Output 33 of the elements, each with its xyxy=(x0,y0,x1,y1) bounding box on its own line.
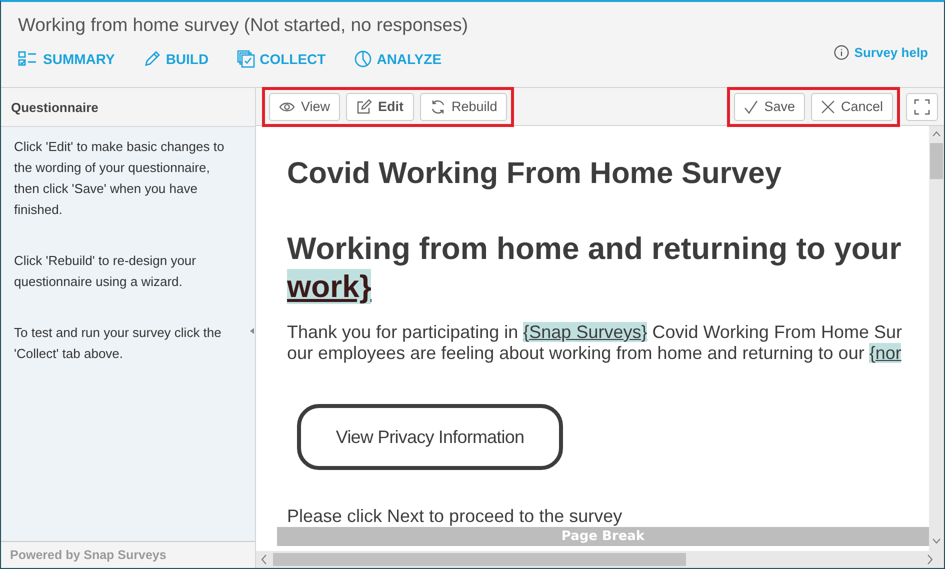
page-break-bar: Page Break xyxy=(277,527,929,546)
fullscreen-icon xyxy=(914,98,930,114)
panel-title: Questionnaire xyxy=(1,88,255,127)
intro-text: our employees are feeling about working from home and returning to our {nor xyxy=(287,343,902,364)
pie-chart-icon xyxy=(354,50,372,68)
refresh-icon xyxy=(430,98,446,114)
piped-field: work} xyxy=(287,269,372,304)
view-button[interactable]: View xyxy=(269,92,340,120)
cancel-button[interactable]: Cancel xyxy=(810,92,893,120)
help-text: Click 'Rebuild' to re-design your questionnaire using a wizard. xyxy=(14,252,197,291)
section-heading: Working from home and returning to your xyxy=(287,230,902,268)
intro-text: Thank you for participating in {Snap Surveys} Covid Working From Home Sur xyxy=(287,322,903,343)
eye-icon xyxy=(279,100,295,112)
close-icon xyxy=(820,100,835,114)
edit-button[interactable]: Edit xyxy=(346,92,414,120)
stacked-check-icon xyxy=(236,50,255,68)
pencil-icon xyxy=(142,50,161,68)
fullscreen-button[interactable] xyxy=(906,92,938,120)
info-icon xyxy=(834,44,850,60)
edit-icon xyxy=(356,98,372,114)
window-title: Working from home survey (Not started, no responses) xyxy=(18,14,469,36)
rebuild-button[interactable]: Rebuild xyxy=(420,92,508,120)
help-text: To test and run your survey click the 'Collect' tab above. xyxy=(14,324,222,363)
piped-field: {Snap Surveys} xyxy=(523,322,648,342)
save-button[interactable]: Save xyxy=(734,92,805,120)
survey-title: Covid Working From Home Survey xyxy=(287,156,783,192)
check-icon xyxy=(744,100,758,114)
footer-text: Powered by Snap Surveys xyxy=(1,541,255,568)
instruction-text: Please click Next to proceed to the survey xyxy=(287,506,624,527)
help-text: Click 'Edit' to make basic changes to the wording of your questionnaire, then click 'Save' when you have finished. xyxy=(14,138,226,219)
piped-field: {nor xyxy=(869,343,902,363)
privacy-button[interactable]: View Privacy Information xyxy=(297,404,563,470)
checklist-icon xyxy=(18,51,38,67)
